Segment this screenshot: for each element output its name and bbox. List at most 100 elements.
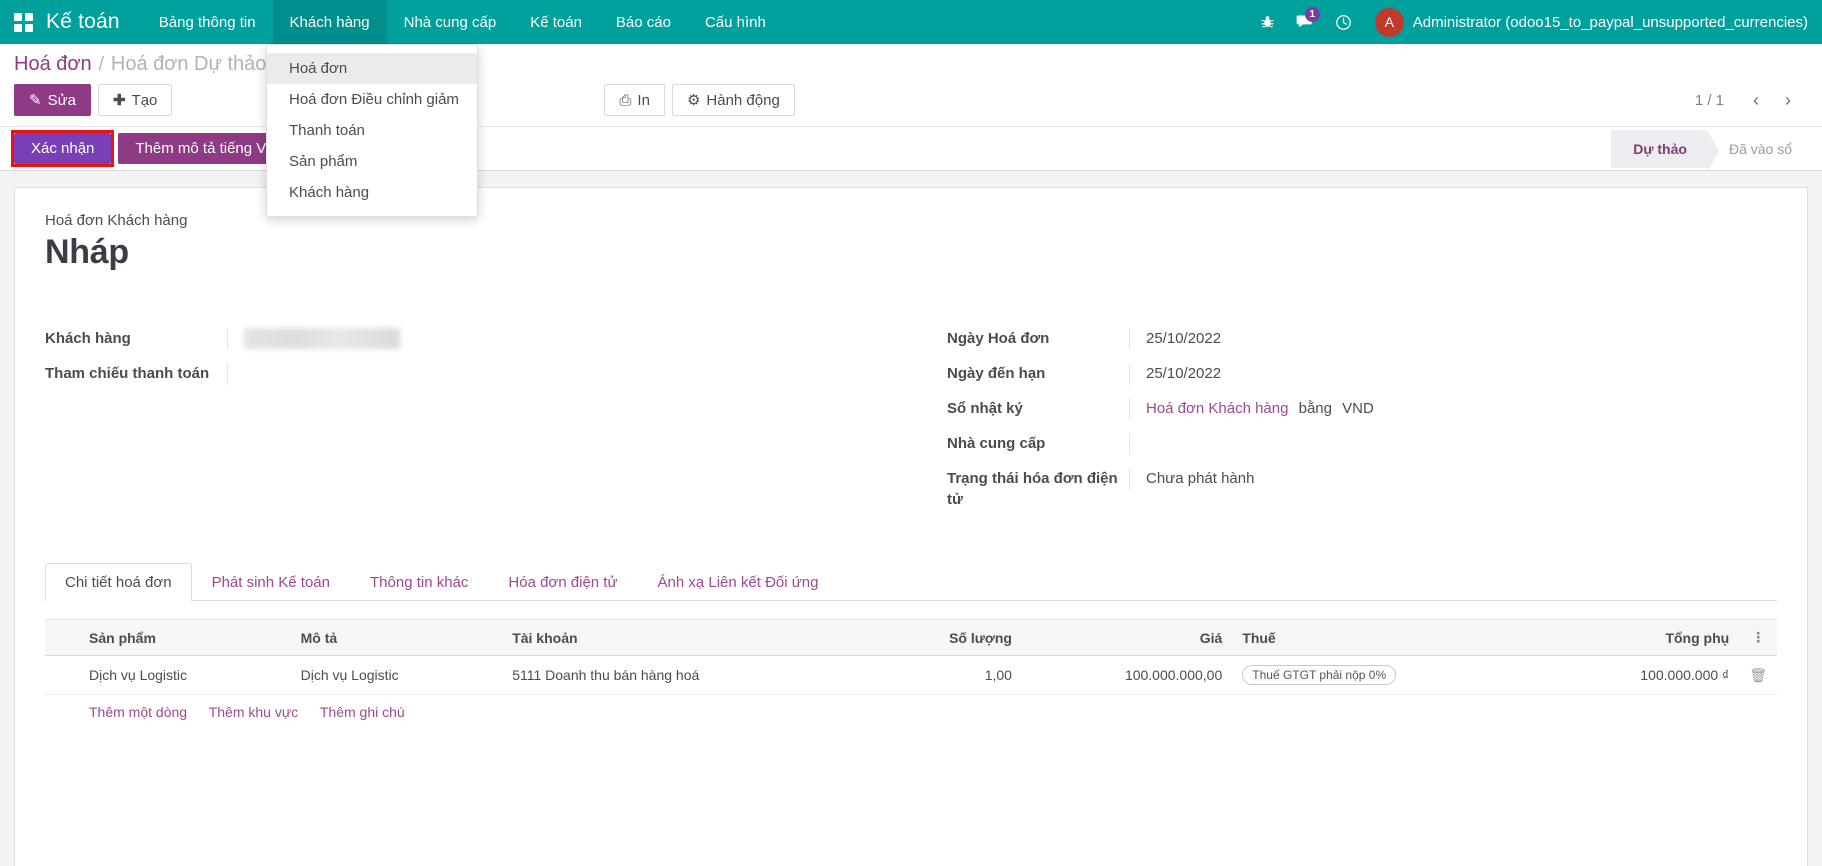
breadcrumb: Hoá đơn / Hoá đơn Dự thảo (*	[14, 53, 286, 76]
partner-value-redacted: Asia Limited Company	[244, 328, 400, 349]
column-header-taxes[interactable]: Thuế	[1232, 620, 1544, 656]
apps-grid-icon[interactable]	[0, 0, 46, 44]
form-view-background: Hoá đơn Khách hàng Nháp Khách hàng Asia …	[0, 171, 1822, 866]
field-value-vendor[interactable]	[1129, 433, 1777, 455]
field-value-partner[interactable]: Asia Limited Company	[227, 328, 911, 350]
chevron-right-icon[interactable]: ›	[1774, 86, 1802, 114]
invoice-lines-table: Sản phẩm Mô tả Tài khoản Số lượng Giá Th…	[45, 619, 1777, 729]
add-line-link[interactable]: Thêm một dòng	[89, 704, 187, 720]
journal-currency-prefix: bằng	[1293, 400, 1338, 417]
field-value-due-date[interactable]: 25/10/2022	[1129, 363, 1777, 385]
dropdown-item-invoices[interactable]: Hoá đơn	[267, 53, 477, 84]
field-label-journal: Sổ nhật ký	[947, 398, 1129, 419]
pager: 1 / 1 ‹ ›	[1695, 86, 1808, 114]
pager-count: 1 / 1	[1695, 92, 1738, 109]
secondary-buttons: ⎙ In ⚙ Hành động	[604, 84, 794, 116]
column-options-icon[interactable]: ⋮	[1739, 620, 1777, 656]
apps-grid-glyph	[14, 13, 33, 32]
breadcrumb-root[interactable]: Hoá đơn	[14, 53, 92, 76]
cell-quantity[interactable]: 1,00	[873, 656, 1022, 695]
table-row[interactable]: Dịch vụ Logistic Dịch vụ Logistic 5111 D…	[45, 656, 1777, 695]
field-label-payment-reference: Tham chiếu thanh toán	[45, 363, 227, 384]
add-section-link[interactable]: Thêm khu vực	[209, 704, 299, 720]
field-row-payment-reference: Tham chiếu thanh toán	[45, 363, 911, 385]
print-button[interactable]: ⎙ In	[604, 84, 665, 116]
tab-reconcile-mapping[interactable]: Ánh xạ Liên kết Đối ứng	[638, 563, 839, 601]
app-name[interactable]: Kế toán	[46, 10, 142, 34]
edit-button[interactable]: ✎ Sửa	[14, 84, 91, 116]
field-row-journal: Sổ nhật ký Hoá đơn Khách hàng bằng VND	[947, 398, 1777, 420]
tab-einvoice[interactable]: Hóa đơn điện tử	[488, 563, 637, 601]
field-value-einvoice-status: Chưa phát hành	[1129, 468, 1777, 490]
user-menu[interactable]: A Administrator (odoo15_to_paypal_unsupp…	[1365, 8, 1808, 37]
dropdown-item-credit-notes[interactable]: Hoá đơn Điều chỉnh giảm	[267, 84, 477, 115]
trash-icon[interactable]: 🗑	[1739, 656, 1777, 695]
systray: 1 A Administrator (odoo15_to_paypal_unsu…	[1251, 0, 1822, 44]
messages-icon[interactable]: 1	[1289, 0, 1323, 44]
form-column-right: Ngày Hoá đơn 25/10/2022 Ngày đến hạn 25/…	[911, 328, 1777, 523]
main-menu: Bảng thông tin Khách hàng Nhà cung cấp K…	[142, 0, 783, 44]
cell-product[interactable]: Dịch vụ Logistic	[79, 656, 291, 695]
cell-description[interactable]: Dịch vụ Logistic	[291, 656, 503, 695]
journal-link[interactable]: Hoá đơn Khách hàng	[1146, 400, 1288, 417]
dropdown-item-products[interactable]: Sản phẩm	[267, 146, 477, 177]
menu-item-dashboard[interactable]: Bảng thông tin	[142, 0, 273, 44]
cell-subtotal: 100.000.000 ₫	[1544, 656, 1739, 695]
form-column-left: Khách hàng Asia Limited Company Tham chi…	[45, 328, 911, 523]
menu-item-accounting[interactable]: Kế toán	[513, 0, 599, 44]
field-row-due-date: Ngày đến hạn 25/10/2022	[947, 363, 1777, 385]
field-row-partner: Khách hàng Asia Limited Company	[45, 328, 911, 350]
add-line-row: Thêm một dòng Thêm khu vực Thêm ghi chú	[45, 695, 1777, 730]
field-row-einvoice-status: Trạng thái hóa đơn điện tử Chưa phát hàn…	[947, 468, 1777, 510]
column-header-subtotal[interactable]: Tổng phụ	[1544, 620, 1739, 656]
column-header-account[interactable]: Tài khoản	[502, 620, 873, 656]
status-posted[interactable]: Đã vào sổ	[1707, 130, 1812, 168]
field-value-journal[interactable]: Hoá đơn Khách hàng bằng VND	[1129, 398, 1777, 420]
tab-journal-items[interactable]: Phát sinh Kế toán	[192, 563, 350, 601]
row-drag-handle[interactable]	[45, 656, 79, 695]
add-note-link[interactable]: Thêm ghi chú	[320, 704, 405, 720]
field-label-invoice-date: Ngày Hoá đơn	[947, 328, 1129, 349]
add-links-cell: Thêm một dòng Thêm khu vực Thêm ghi chú	[79, 695, 1777, 730]
tab-other-info[interactable]: Thông tin khác	[350, 563, 488, 601]
record-buttons: ✎ Sửa ✚ Tạo	[14, 84, 172, 116]
edit-button-label: Sửa	[48, 92, 76, 109]
menu-item-reporting[interactable]: Báo cáo	[599, 0, 688, 44]
form-columns: Khách hàng Asia Limited Company Tham chi…	[45, 328, 1777, 523]
table-header-row: Sản phẩm Mô tả Tài khoản Số lượng Giá Th…	[45, 620, 1777, 656]
field-value-payment-reference[interactable]	[227, 363, 911, 385]
menu-item-configuration[interactable]: Cấu hình	[688, 0, 783, 44]
top-navbar: Kế toán Bảng thông tin Khách hàng Nhà cu…	[0, 0, 1822, 44]
dropdown-item-customers[interactable]: Khách hàng	[267, 177, 477, 208]
field-row-vendor: Nhà cung cấp	[947, 433, 1777, 455]
action-button[interactable]: ⚙ Hành động	[672, 84, 795, 116]
breadcrumb-separator: /	[92, 54, 111, 76]
field-value-invoice-date[interactable]: 25/10/2022	[1129, 328, 1777, 350]
confirm-button[interactable]: Xác nhận	[14, 133, 111, 164]
confirm-button-highlight: Xác nhận	[14, 133, 111, 164]
cell-taxes[interactable]: Thuế GTGT phải nộp 0%	[1232, 656, 1544, 695]
page-title: Nháp	[45, 233, 1777, 272]
form-sheet: Hoá đơn Khách hàng Nháp Khách hàng Asia …	[14, 187, 1808, 866]
create-button[interactable]: ✚ Tạo	[98, 84, 172, 116]
tab-invoice-lines[interactable]: Chi tiết hoá đơn	[45, 563, 192, 601]
column-header-price[interactable]: Giá	[1022, 620, 1232, 656]
menu-item-vendors[interactable]: Nhà cung cấp	[387, 0, 514, 44]
column-header-quantity[interactable]: Số lượng	[873, 620, 1022, 656]
status-draft[interactable]: Dự thảo	[1611, 130, 1707, 168]
drag-handle-column	[45, 620, 79, 656]
cell-price[interactable]: 100.000.000,00	[1022, 656, 1232, 695]
column-header-description[interactable]: Mô tả	[291, 620, 503, 656]
field-row-invoice-date: Ngày Hoá đơn 25/10/2022	[947, 328, 1777, 350]
menu-item-customers[interactable]: Khách hàng	[273, 0, 387, 44]
chevron-left-icon[interactable]: ‹	[1742, 86, 1770, 114]
field-label-einvoice-status: Trạng thái hóa đơn điện tử	[947, 468, 1129, 510]
cell-account[interactable]: 5111 Doanh thu bán hàng hoá	[502, 656, 873, 695]
bug-icon[interactable]	[1251, 0, 1285, 44]
dropdown-item-payments[interactable]: Thanh toán	[267, 115, 477, 146]
field-label-due-date: Ngày đến hạn	[947, 363, 1129, 384]
activities-clock-icon[interactable]	[1327, 0, 1361, 44]
notebook: Chi tiết hoá đơn Phát sinh Kế toán Thông…	[45, 563, 1777, 729]
pencil-icon: ✎	[29, 91, 42, 109]
column-header-product[interactable]: Sản phẩm	[79, 620, 291, 656]
